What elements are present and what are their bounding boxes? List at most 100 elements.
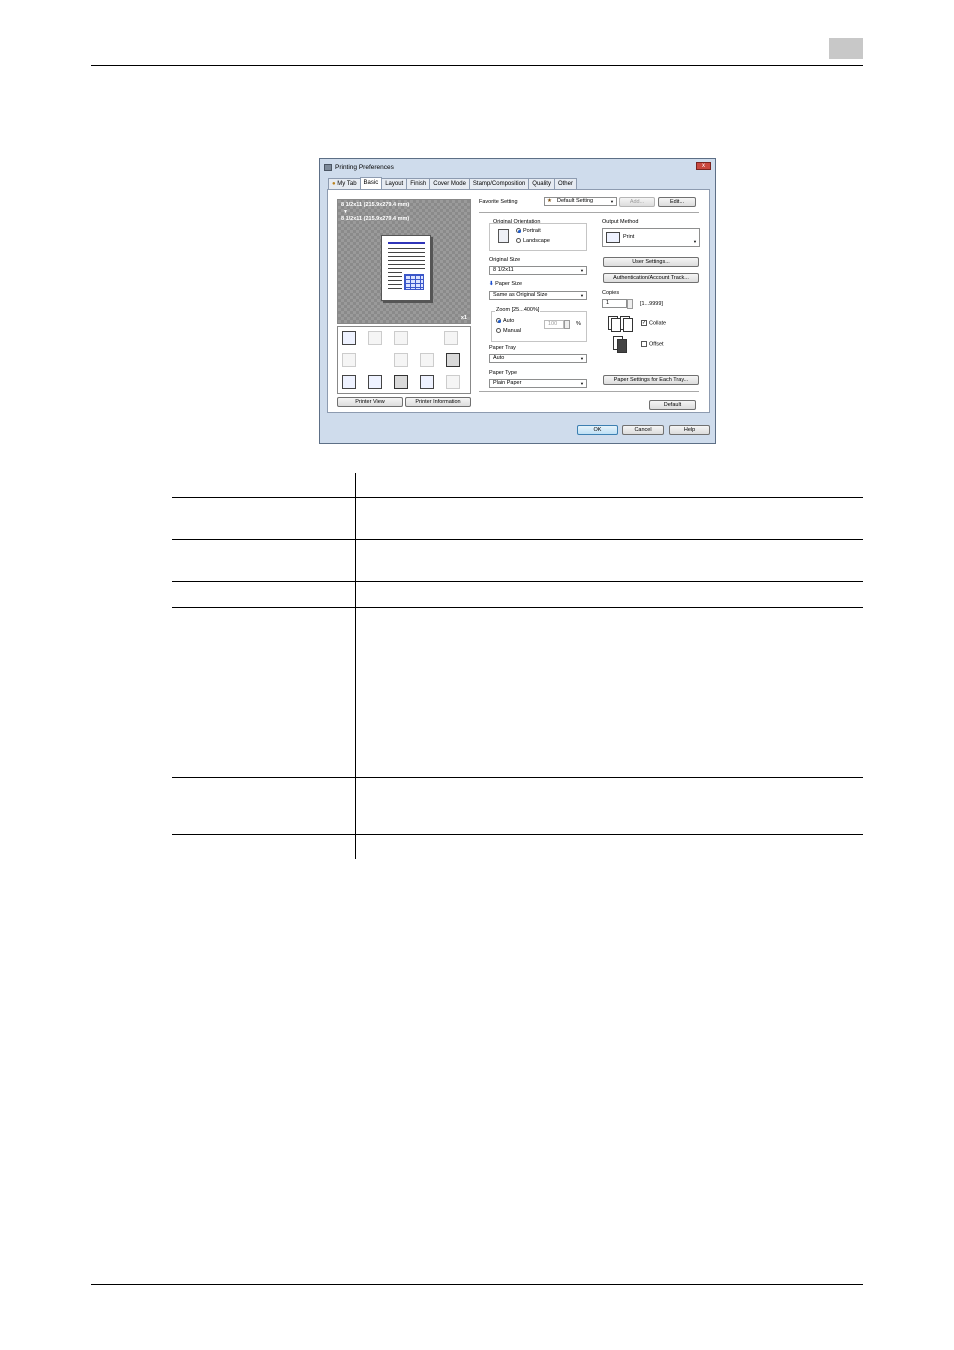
portrait-radio[interactable]: Portrait: [516, 228, 541, 234]
radio-icon: [516, 238, 521, 244]
landscape-radio[interactable]: Landscape: [516, 238, 550, 244]
chevron-down-icon: ▼: [580, 356, 584, 361]
tab-other[interactable]: Other: [553, 178, 577, 189]
zoom-group: [491, 311, 587, 342]
overlay-icon: [446, 353, 460, 367]
paper-settings-each-tray-button[interactable]: Paper Settings for Each Tray...: [603, 375, 699, 385]
combination-icon: [394, 331, 408, 345]
table-row-divider: [172, 777, 863, 778]
add-favorite-button[interactable]: Add...: [619, 197, 655, 207]
tab-stamp-composition[interactable]: Stamp/Composition: [468, 178, 530, 189]
default-button[interactable]: Default: [649, 400, 696, 410]
chevron-down-icon: ▼: [580, 293, 584, 298]
original-size-select[interactable]: 8 1/2x11 ▼: [489, 266, 587, 275]
copies-label: Copies: [602, 290, 620, 296]
chevron-down-icon: ▼: [580, 268, 584, 273]
basic-tab-panel: 8 1/2x11 (215.9x279.4 mm) ▼ 8 1/2x11 (21…: [327, 189, 710, 413]
tab-finish[interactable]: Finish: [406, 178, 431, 189]
copies-range: [1...9999]: [640, 301, 663, 307]
radio-icon: [516, 228, 521, 234]
printing-preferences-dialog: Printing Preferences x ● My Tab Basic La…: [319, 158, 716, 444]
tab-quality[interactable]: Quality: [528, 178, 555, 189]
printer-icon: [324, 163, 332, 171]
copies-input[interactable]: 1: [602, 299, 627, 308]
tab-cover-mode[interactable]: Cover Mode: [429, 178, 470, 189]
secure-print-icon: [420, 375, 434, 389]
offset-checkbox[interactable]: Offset: [641, 341, 664, 347]
zoom-label: Zoom [25...400%]: [495, 307, 541, 313]
favorite-setting-label: Favorite Setting: [479, 199, 518, 205]
table-column-divider: [355, 473, 356, 859]
tab-basic[interactable]: Basic: [359, 177, 383, 189]
footer-rule: [91, 1284, 863, 1285]
account-track-icon: [394, 375, 408, 389]
user-settings-button[interactable]: User Settings...: [603, 257, 699, 267]
printer-information-button[interactable]: Printer Information: [405, 397, 471, 407]
paper-type-select[interactable]: Plain Paper ▼: [489, 379, 587, 388]
zoom-value-input[interactable]: 100: [544, 320, 564, 329]
original-size-label: Original Size: [489, 257, 521, 263]
zoom-auto-radio[interactable]: Auto: [496, 318, 514, 324]
preview-copies-marker: x1: [460, 315, 467, 321]
cancel-button[interactable]: Cancel: [622, 425, 664, 435]
favorite-setting-select[interactable]: ★ Default Setting ▼: [544, 197, 617, 206]
watermark-icon: [420, 353, 434, 367]
preview-page: [381, 235, 431, 301]
tab-layout[interactable]: Layout: [381, 178, 408, 189]
portrait-orientation-icon: [498, 229, 509, 243]
radio-icon: [496, 328, 501, 334]
zoom-spinner[interactable]: [564, 320, 570, 329]
edit-favorite-button[interactable]: Edit...: [658, 197, 696, 207]
staple-icon: [368, 331, 382, 345]
favorite-divider: [479, 212, 699, 213]
output-print-icon: [342, 331, 356, 345]
table-row-divider: [172, 497, 863, 498]
printer-view-button[interactable]: Printer View: [337, 397, 403, 407]
tab-strip: ● My Tab Basic Layout Finish Cover Mode …: [328, 177, 577, 189]
chevron-down-icon: ▼: [610, 199, 614, 204]
booklet-icon: [342, 353, 356, 367]
table-row-divider: [172, 834, 863, 835]
copies-spinner[interactable]: [627, 299, 633, 309]
radio-icon: [496, 318, 501, 324]
table-row-divider: [172, 539, 863, 540]
output-method-label: Output Method: [602, 219, 639, 225]
chevron-down-icon: ▼: [693, 239, 697, 244]
header-rule: [91, 65, 863, 66]
tray-icon: [446, 375, 460, 389]
stamp-icon: [394, 353, 408, 367]
tab-my-tab[interactable]: ● My Tab: [328, 178, 361, 189]
output-method-select[interactable]: Print ▼: [602, 228, 700, 247]
collate-checkbox[interactable]: ✓ Collate: [641, 320, 666, 326]
help-button[interactable]: Help: [669, 425, 710, 435]
dialog-titlebar: Printing Preferences: [324, 162, 394, 172]
preview-paper-size: 8 1/2x11 (215.9x279.4 mm): [341, 216, 410, 222]
print-output-icon: [606, 232, 620, 243]
collate-icon: [608, 316, 633, 332]
dialog-title: Printing Preferences: [335, 163, 394, 171]
zoom-unit: %: [576, 321, 581, 327]
checkmark-icon: ✓: [641, 320, 647, 326]
table-row-divider: [172, 581, 863, 582]
settings-divider: [479, 391, 699, 392]
ok-button[interactable]: OK: [577, 425, 618, 435]
chevron-down-icon: ▼: [580, 381, 584, 386]
paper-size-select[interactable]: Same as Original Size ▼: [489, 291, 587, 300]
checkbox-icon: [641, 341, 647, 347]
close-button[interactable]: x: [696, 162, 711, 170]
table-row-divider: [172, 607, 863, 608]
preview-arrow-icon: ▼: [343, 209, 348, 215]
my-tab-icon: ●: [332, 181, 336, 187]
device-icon: [342, 375, 356, 389]
zoom-manual-radio[interactable]: Manual: [496, 328, 521, 334]
blue-down-arrow-icon: ⬇: [489, 281, 494, 287]
paper-tray-label: Paper Tray: [489, 345, 516, 351]
fold-icon: [444, 331, 458, 345]
chapter-tab-marker: [829, 38, 863, 59]
authentication-account-track-button[interactable]: Authentication/Account Track...: [603, 273, 699, 283]
paper-type-label: Paper Type: [489, 370, 518, 376]
user-auth-icon: [368, 375, 382, 389]
print-preview: 8 1/2x11 (215.9x279.4 mm) ▼ 8 1/2x11 (21…: [337, 199, 471, 324]
paper-tray-select[interactable]: Auto ▼: [489, 354, 587, 363]
preview-original-size: 8 1/2x11 (215.9x279.4 mm): [341, 202, 410, 208]
